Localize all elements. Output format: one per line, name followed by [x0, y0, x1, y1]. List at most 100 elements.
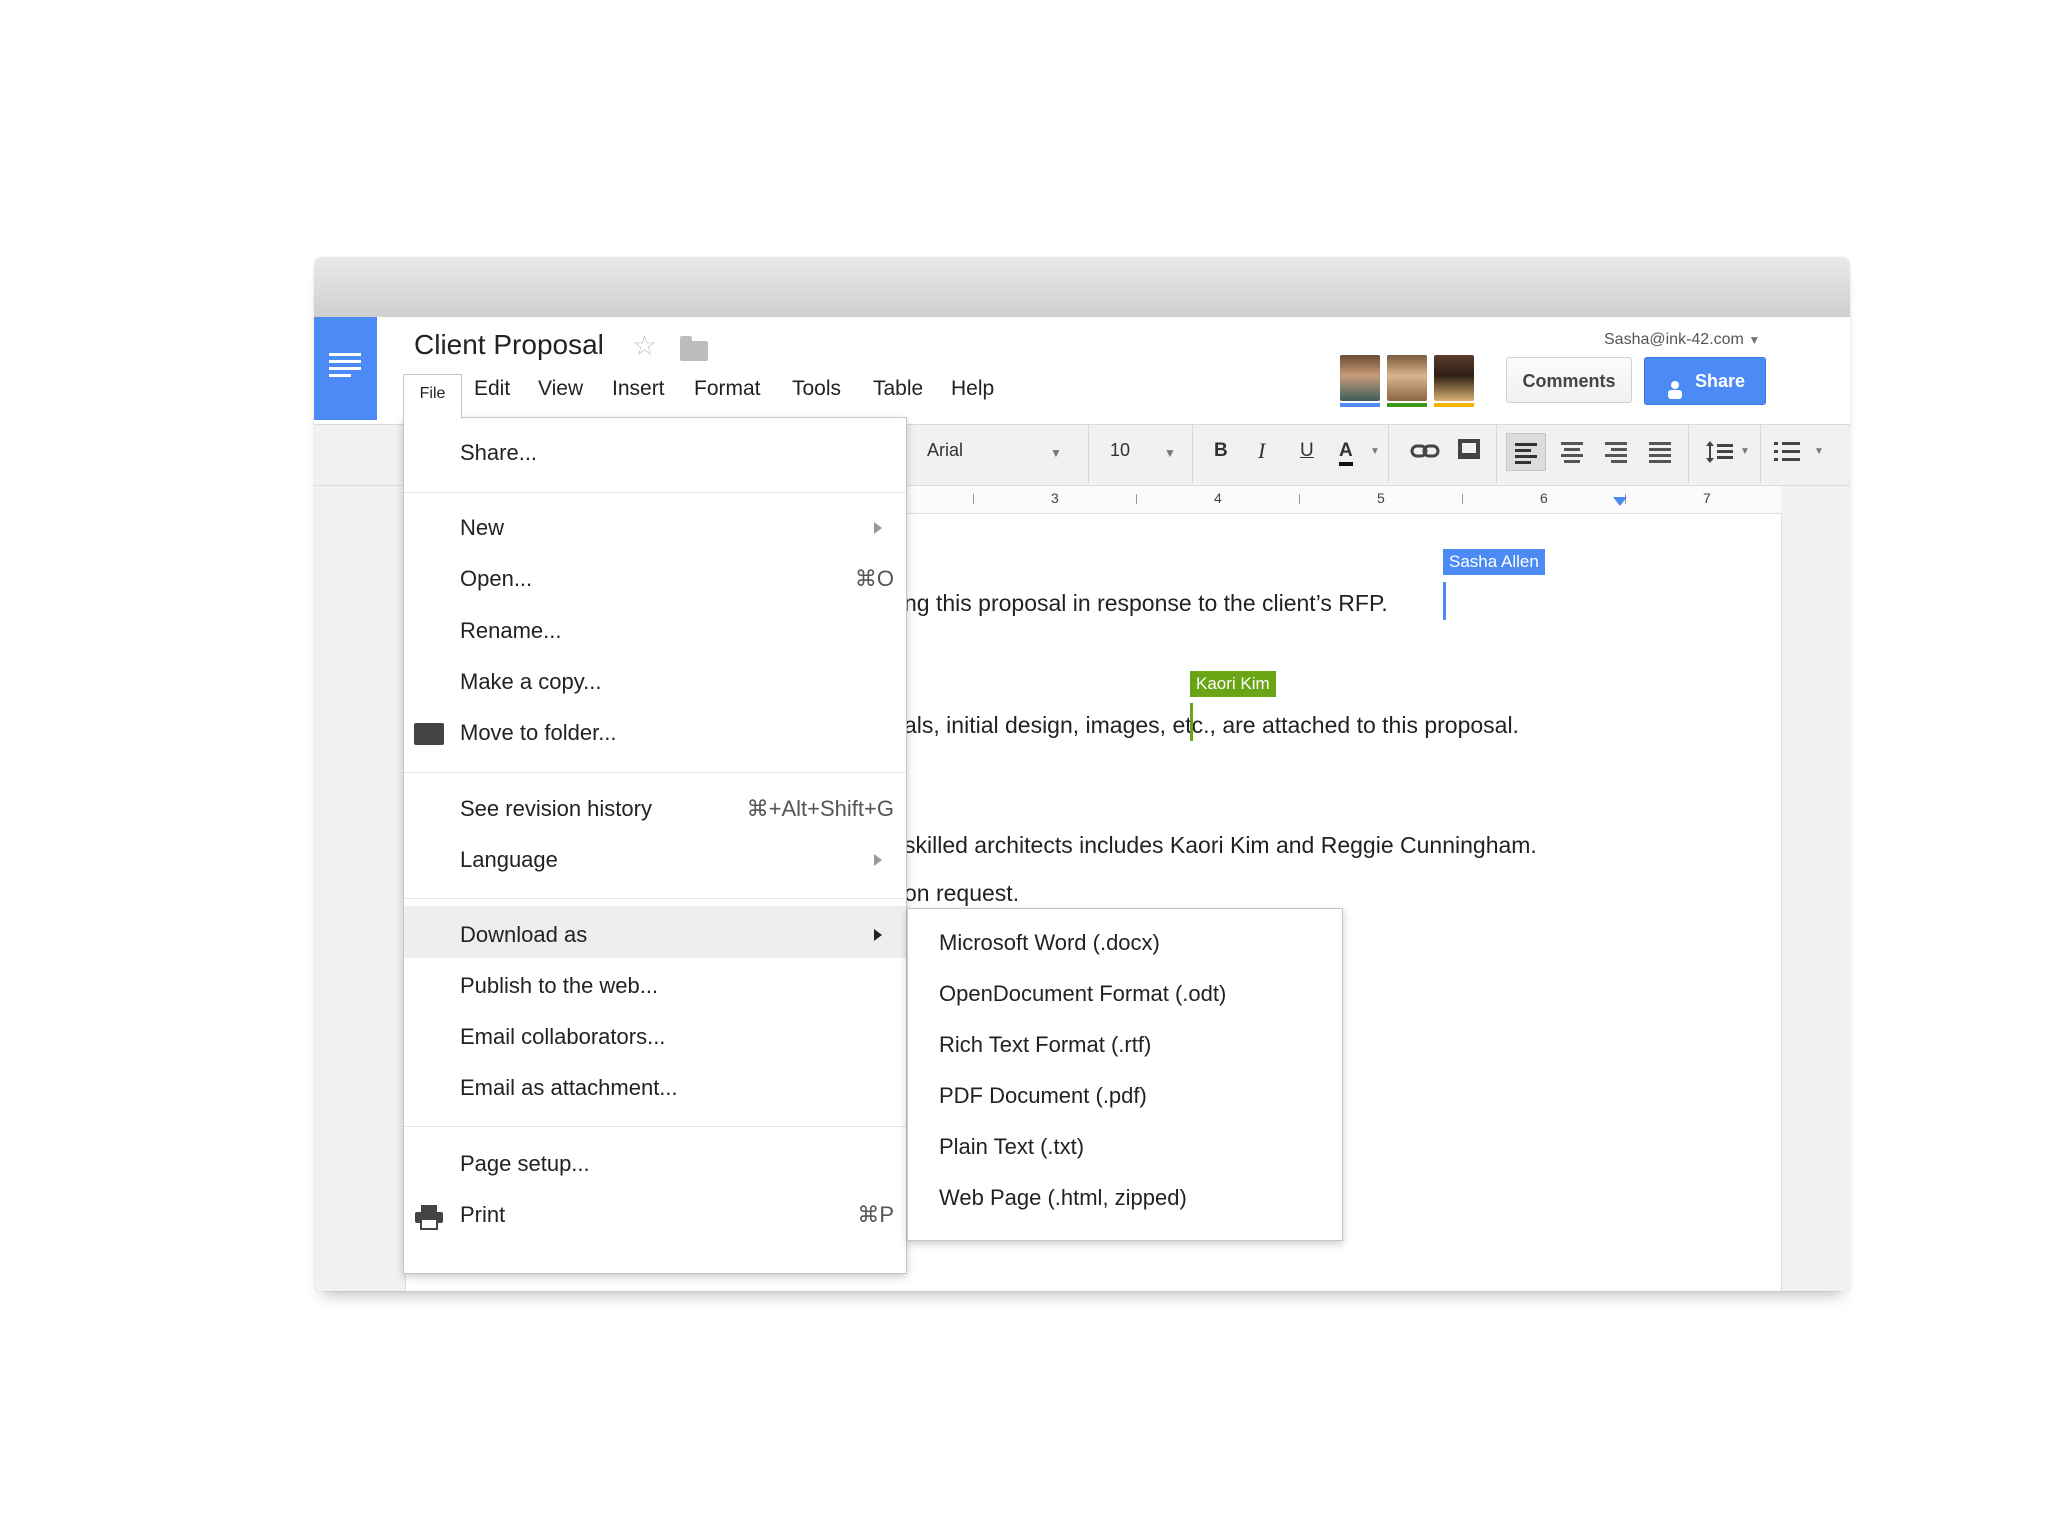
submenu-item-rtf[interactable]: Rich Text Format (.rtf)	[939, 1032, 1151, 1058]
chevron-down-icon[interactable]: ▼	[1370, 446, 1380, 457]
document-line: on request.	[904, 880, 1020, 906]
file-menu-dropdown: Share... New Open... ⌘O Rename... Make a…	[403, 417, 907, 1274]
menu-insert[interactable]: Insert	[612, 377, 665, 401]
toolbar-divider	[1496, 425, 1497, 483]
menu-item-language[interactable]: Language	[460, 847, 558, 873]
document-title[interactable]: Client Proposal	[414, 329, 604, 361]
cursor-label-kaori-kim: Kaori Kim	[1190, 671, 1276, 697]
menu-item-page-setup[interactable]: Page setup...	[460, 1151, 590, 1177]
toolbar-divider	[1760, 425, 1761, 483]
shortcut-revision-history: ⌘+Alt+Shift+G	[746, 796, 894, 821]
document-line: skilled architects includes Kaori Kim an…	[904, 832, 1537, 858]
avatar[interactable]	[1434, 355, 1474, 407]
menu-tools[interactable]: Tools	[792, 377, 841, 401]
line-spacing-icon[interactable]	[1702, 433, 1738, 469]
submenu-item-odt[interactable]: OpenDocument Format (.odt)	[939, 981, 1226, 1007]
chevron-down-icon[interactable]: ▼	[1814, 446, 1824, 457]
toolbar-divider	[1192, 425, 1193, 483]
menu-divider	[404, 898, 906, 899]
submenu-item-html-zipped[interactable]: Web Page (.html, zipped)	[939, 1185, 1187, 1211]
chevron-down-icon[interactable]: ▼	[1050, 446, 1062, 460]
ruler-tick	[973, 494, 974, 504]
align-left-button[interactable]	[1506, 433, 1546, 471]
menu-item-new[interactable]: New	[460, 515, 504, 541]
link-icon[interactable]	[1410, 437, 1442, 465]
menu-item-rename[interactable]: Rename...	[460, 618, 562, 644]
shortcut-open: ⌘O	[854, 566, 894, 591]
ruler-tick	[1462, 494, 1463, 504]
menu-item-open[interactable]: Open...	[460, 566, 532, 592]
docs-logo-icon[interactable]	[314, 317, 377, 420]
collaborator-cursor	[1443, 582, 1446, 620]
right-indent-marker-icon[interactable]	[1613, 497, 1627, 506]
toolbar-divider	[1088, 425, 1089, 483]
menu-divider	[404, 1126, 906, 1127]
menu-item-email-attachment[interactable]: Email as attachment...	[460, 1075, 678, 1101]
menu-item-print[interactable]: Print	[460, 1202, 505, 1228]
bold-button[interactable]: B	[1214, 440, 1228, 462]
underline-button[interactable]: U	[1300, 440, 1314, 462]
menu-item-make-copy[interactable]: Make a copy...	[460, 669, 601, 695]
menu-item-download-as[interactable]: Download as	[460, 922, 587, 948]
ruler-number: 7	[1703, 490, 1711, 506]
menu-item-publish[interactable]: Publish to the web...	[460, 973, 658, 999]
account-email[interactable]: Sasha@ink-42.com ▼	[1604, 331, 1760, 349]
ruler-tick	[1299, 494, 1300, 504]
submenu-arrow-icon	[874, 522, 882, 534]
cursor-label-sasha-allen: Sasha Allen	[1443, 549, 1545, 575]
menu-help[interactable]: Help	[951, 377, 994, 401]
submenu-arrow-icon	[874, 854, 882, 866]
ruler-tick	[1136, 494, 1137, 504]
comments-button[interactable]: Comments	[1506, 357, 1632, 403]
printer-icon	[414, 1204, 444, 1230]
chevron-down-icon[interactable]: ▼	[1164, 446, 1176, 460]
ruler-number: 3	[1051, 490, 1059, 506]
menu-table[interactable]: Table	[873, 377, 923, 401]
document-line: ng this proposal in response to the clie…	[904, 590, 1388, 616]
menu-file[interactable]: File	[403, 374, 462, 418]
star-icon[interactable]: ☆	[632, 329, 657, 362]
folder-icon	[414, 723, 444, 745]
share-button[interactable]: Share	[1644, 357, 1766, 405]
share-button-label: Share	[1695, 371, 1746, 391]
justify-button[interactable]	[1642, 433, 1678, 469]
menu-item-email-collaborators[interactable]: Email collaborators...	[460, 1024, 665, 1050]
submenu-item-docx[interactable]: Microsoft Word (.docx)	[939, 930, 1160, 956]
ruler-number: 6	[1540, 490, 1548, 506]
menu-format[interactable]: Format	[694, 377, 761, 401]
menu-view[interactable]: View	[538, 377, 583, 401]
align-center-button[interactable]	[1554, 433, 1590, 469]
align-right-button[interactable]	[1598, 433, 1634, 469]
menu-item-revision-history[interactable]: See revision history	[460, 796, 652, 822]
ruler-number: 4	[1214, 490, 1222, 506]
folder-icon[interactable]	[680, 336, 708, 361]
avatar[interactable]	[1340, 355, 1380, 407]
font-family-select[interactable]: Arial	[927, 440, 963, 461]
text-color-button[interactable]: A	[1339, 440, 1353, 466]
document-line: als, initial design, images, etc., are a…	[904, 712, 1519, 738]
shortcut-print: ⌘P	[857, 1202, 894, 1227]
chevron-down-icon: ▼	[1748, 333, 1761, 347]
menu-divider	[404, 772, 906, 773]
toolbar-divider	[1688, 425, 1689, 483]
collaborator-cursor	[1190, 703, 1193, 741]
menu-divider	[404, 492, 906, 493]
download-as-submenu: Microsoft Word (.docx) OpenDocument Form…	[907, 908, 1343, 1241]
numbered-list-icon[interactable]	[1770, 433, 1806, 469]
window-title-bar	[314, 257, 1850, 317]
menu-edit[interactable]: Edit	[474, 377, 510, 401]
toolbar-divider	[1388, 425, 1389, 483]
menu-item-move-to-folder[interactable]: Move to folder...	[460, 720, 617, 746]
ruler-number: 5	[1377, 490, 1385, 506]
avatar[interactable]	[1387, 355, 1427, 407]
submenu-arrow-icon	[874, 929, 882, 941]
chevron-down-icon[interactable]: ▼	[1740, 446, 1750, 457]
submenu-item-pdf[interactable]: PDF Document (.pdf)	[939, 1083, 1147, 1109]
font-size-select[interactable]: 10	[1110, 440, 1130, 461]
menu-item-share[interactable]: Share...	[460, 440, 537, 466]
submenu-item-txt[interactable]: Plain Text (.txt)	[939, 1134, 1084, 1160]
docs-window: Client Proposal ☆ File Edit View Insert …	[314, 257, 1850, 1291]
italic-button[interactable]: I	[1258, 438, 1265, 464]
comment-icon[interactable]	[1456, 437, 1482, 463]
people-icon	[1665, 371, 1685, 399]
